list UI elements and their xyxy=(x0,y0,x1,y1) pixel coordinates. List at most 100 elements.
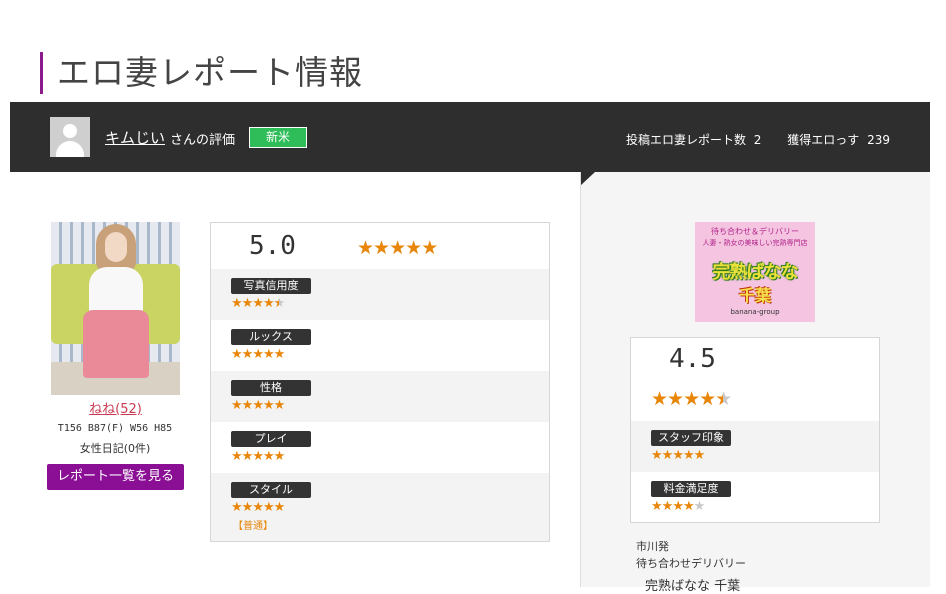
star-icon: ★ xyxy=(273,347,286,362)
shop-rating-row: 料金満足度 ★★★★★ xyxy=(631,472,879,523)
report-list-button[interactable]: レポート一覧を見る xyxy=(47,464,184,490)
star-icon: ★ xyxy=(262,398,275,413)
rating-row: プレイ ★★★★★ xyxy=(211,422,549,473)
star-icon: ★ xyxy=(252,347,264,362)
girl-overall-score: 5.0 xyxy=(249,231,296,261)
star-icon: ★ xyxy=(672,499,684,514)
shop-rating-label: スタッフ印象 xyxy=(651,430,731,446)
star-icon: ★ xyxy=(421,237,438,259)
rating-stars: ★★★★★ xyxy=(231,449,286,464)
rating-note: 【普通】 xyxy=(233,521,273,532)
report-count-label: 投稿エロ妻レポート数 xyxy=(625,133,746,147)
star-icon: ★ xyxy=(252,296,264,311)
avatar-body-icon xyxy=(56,141,84,157)
star-icon: ★ xyxy=(405,237,422,259)
star-icon: ★ xyxy=(389,237,406,259)
star-icon: ★ xyxy=(651,499,663,514)
rating-label: 写真信用度 xyxy=(231,278,311,294)
rating-row: 性格 ★★★★★ xyxy=(211,371,549,422)
shop-rating-stars: ★★★★★ xyxy=(651,499,706,514)
shop-logo-title: 完熟ばなな xyxy=(712,262,799,283)
star-icon: ★ xyxy=(373,237,390,259)
star-icon: ★ xyxy=(241,449,254,464)
star-icon: ★ xyxy=(231,449,243,464)
page-title: エロ妻レポート情報 xyxy=(40,52,363,95)
star-icon: ★ xyxy=(241,296,254,311)
shop-logo[interactable]: 待ち合わせ＆デリバリー 人妻・熟女の美味しい完熟専門店 完熟ばなな 千葉 ban… xyxy=(695,222,815,322)
star-icon: ★ xyxy=(241,347,254,362)
shop-rating-row: スタッフ印象 ★★★★★ xyxy=(631,421,879,472)
rating-stars: ★★★★★ xyxy=(231,347,286,362)
shop-logo-subtagline: 人妻・熟女の美味しい完熟専門店 xyxy=(702,239,808,247)
star-icon: ★ xyxy=(273,296,286,311)
rating-label: プレイ xyxy=(231,431,311,447)
rating-label: 性格 xyxy=(231,380,311,396)
star-icon: ★ xyxy=(273,449,286,464)
star-icon: ★ xyxy=(273,398,286,413)
star-icon: ★ xyxy=(252,500,264,515)
star-icon: ★ xyxy=(252,398,264,413)
shop-rating-box: 4.5 ★★★★★ スタッフ印象 ★★★★★ 料金満足度 ★★★★★ xyxy=(630,337,880,523)
girl-measurements: T156 B87(F) W56 H85 xyxy=(57,423,173,434)
star-icon: ★ xyxy=(231,398,243,413)
star-icon: ★ xyxy=(661,499,674,514)
reviewer-suffix: さんの評価 xyxy=(170,133,236,148)
report-count-value: 2 xyxy=(753,133,762,147)
rating-label: ルックス xyxy=(231,329,311,345)
shop-logo-tagline: 待ち合わせ＆デリバリー xyxy=(711,227,799,236)
girl-diary[interactable]: 女性日記(0件) xyxy=(40,440,190,456)
shop-logo-url: banana-group xyxy=(730,308,780,316)
star-icon: ★ xyxy=(651,388,668,410)
avatar-head-icon xyxy=(63,124,77,138)
star-icon: ★ xyxy=(693,499,706,514)
star-icon: ★ xyxy=(682,448,695,463)
rating-row: スタイル ★★★★★ 【普通】 xyxy=(211,473,549,541)
rating-row: 写真信用度 ★★★★★ xyxy=(211,269,549,320)
reviewer-rank-badge: 新米 xyxy=(249,127,307,148)
star-icon: ★ xyxy=(715,388,732,410)
star-icon: ★ xyxy=(699,388,716,410)
star-icon: ★ xyxy=(693,448,706,463)
star-icon: ★ xyxy=(667,388,684,410)
shop-rating-label: 料金満足度 xyxy=(651,481,731,497)
star-icon: ★ xyxy=(231,500,243,515)
reviewer-stats: 投稿エロ妻レポート数 2 獲得エロっす 239 xyxy=(622,131,890,148)
reviewer-avatar[interactable] xyxy=(50,117,90,157)
reviewer-name-link[interactable]: キムじい xyxy=(105,127,165,148)
shop-area: 市川発 xyxy=(636,540,669,553)
girl-name-link[interactable]: ねね(52) xyxy=(51,398,180,417)
star-icon: ★ xyxy=(273,500,286,515)
star-icon: ★ xyxy=(262,449,275,464)
rating-row: ルックス ★★★★★ xyxy=(211,320,549,371)
star-icon: ★ xyxy=(241,398,254,413)
star-icon: ★ xyxy=(241,500,254,515)
shop-overall-score: 4.5 xyxy=(669,344,716,374)
rating-stars: ★★★★★ xyxy=(231,398,286,413)
girl-rating-box: 5.0 ★★★★★ 写真信用度 ★★★★★ ルックス ★★★★★ 性格 ★★★★… xyxy=(210,222,550,542)
star-icon: ★ xyxy=(672,448,684,463)
shop-type: 待ち合わせデリバリー xyxy=(636,557,746,570)
rating-label: スタイル xyxy=(231,482,311,498)
panel-divider xyxy=(580,172,581,587)
star-icon: ★ xyxy=(651,448,663,463)
star-icon: ★ xyxy=(262,347,275,362)
rating-stars: ★★★★★ xyxy=(231,296,286,311)
star-icon: ★ xyxy=(252,449,264,464)
points-label: 獲得エロっす xyxy=(787,133,860,147)
star-icon: ★ xyxy=(262,296,275,311)
star-icon: ★ xyxy=(231,296,243,311)
shop-name-link[interactable]: 完熟ばなな 千葉 xyxy=(645,575,740,594)
girl-overall-stars: ★★★★★ xyxy=(357,237,438,259)
star-icon: ★ xyxy=(357,237,374,259)
star-icon: ★ xyxy=(683,388,700,410)
shop-overall-stars: ★★★★★ xyxy=(651,388,732,410)
star-icon: ★ xyxy=(661,448,674,463)
girl-photo[interactable] xyxy=(51,222,180,395)
shop-logo-subtitle: 千葉 xyxy=(738,286,771,305)
star-icon: ★ xyxy=(231,347,243,362)
star-icon: ★ xyxy=(682,499,695,514)
points-value: 239 xyxy=(867,133,890,147)
shop-rating-stars: ★★★★★ xyxy=(651,448,706,463)
star-icon: ★ xyxy=(262,500,275,515)
rating-stars: ★★★★★ xyxy=(231,500,286,515)
